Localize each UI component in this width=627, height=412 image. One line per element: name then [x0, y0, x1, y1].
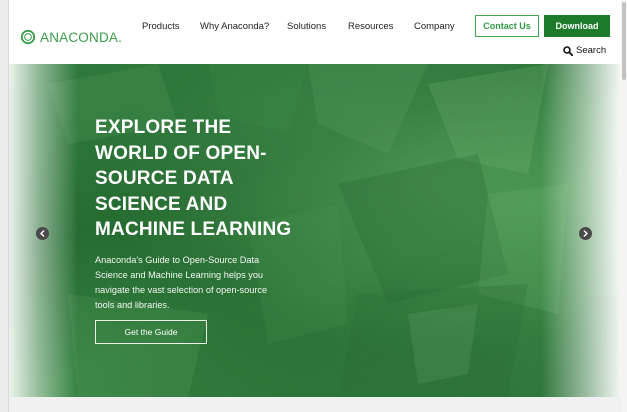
chevron-right-icon: [583, 230, 588, 237]
search-link[interactable]: Search: [563, 45, 606, 56]
download-button[interactable]: Download: [544, 15, 610, 37]
next-section-edge: [8, 397, 621, 412]
carousel-prev-button[interactable]: [36, 227, 49, 240]
scrollbar-thumb[interactable]: [622, 2, 626, 80]
hero-title: EXPLORE THE WORLD OF OPEN- SOURCE DATA S…: [95, 117, 292, 240]
nav-why-anaconda[interactable]: Why Anaconda?: [200, 21, 269, 32]
anaconda-logo[interactable]: ANACONDA.: [20, 29, 122, 45]
nav-solutions[interactable]: Solutions: [287, 21, 326, 32]
chevron-left-icon: [40, 230, 45, 237]
site-header: ANACONDA. Products Why Anaconda? Solutio…: [8, 0, 621, 64]
logo-text: ANACONDA.: [40, 29, 123, 45]
page: ANACONDA. Products Why Anaconda? Solutio…: [8, 0, 621, 412]
hero-description: Anaconda's Guide to Open-Source Data Sci…: [95, 255, 268, 310]
anaconda-ring-icon: [20, 29, 36, 45]
search-label: Search: [576, 45, 607, 56]
nav-products[interactable]: Products: [142, 21, 180, 32]
get-the-guide-button[interactable]: Get the Guide: [95, 320, 207, 344]
nav-resources[interactable]: Resources: [348, 21, 393, 32]
hero-banner: EXPLORE THE WORLD OF OPEN- SOURCE DATA S…: [8, 64, 621, 397]
nav-company[interactable]: Company: [414, 21, 455, 32]
search-icon: [563, 45, 573, 56]
contact-us-button[interactable]: Contact Us: [475, 15, 539, 37]
page-scrollbar[interactable]: [621, 0, 627, 412]
carousel-next-button[interactable]: [579, 227, 592, 240]
